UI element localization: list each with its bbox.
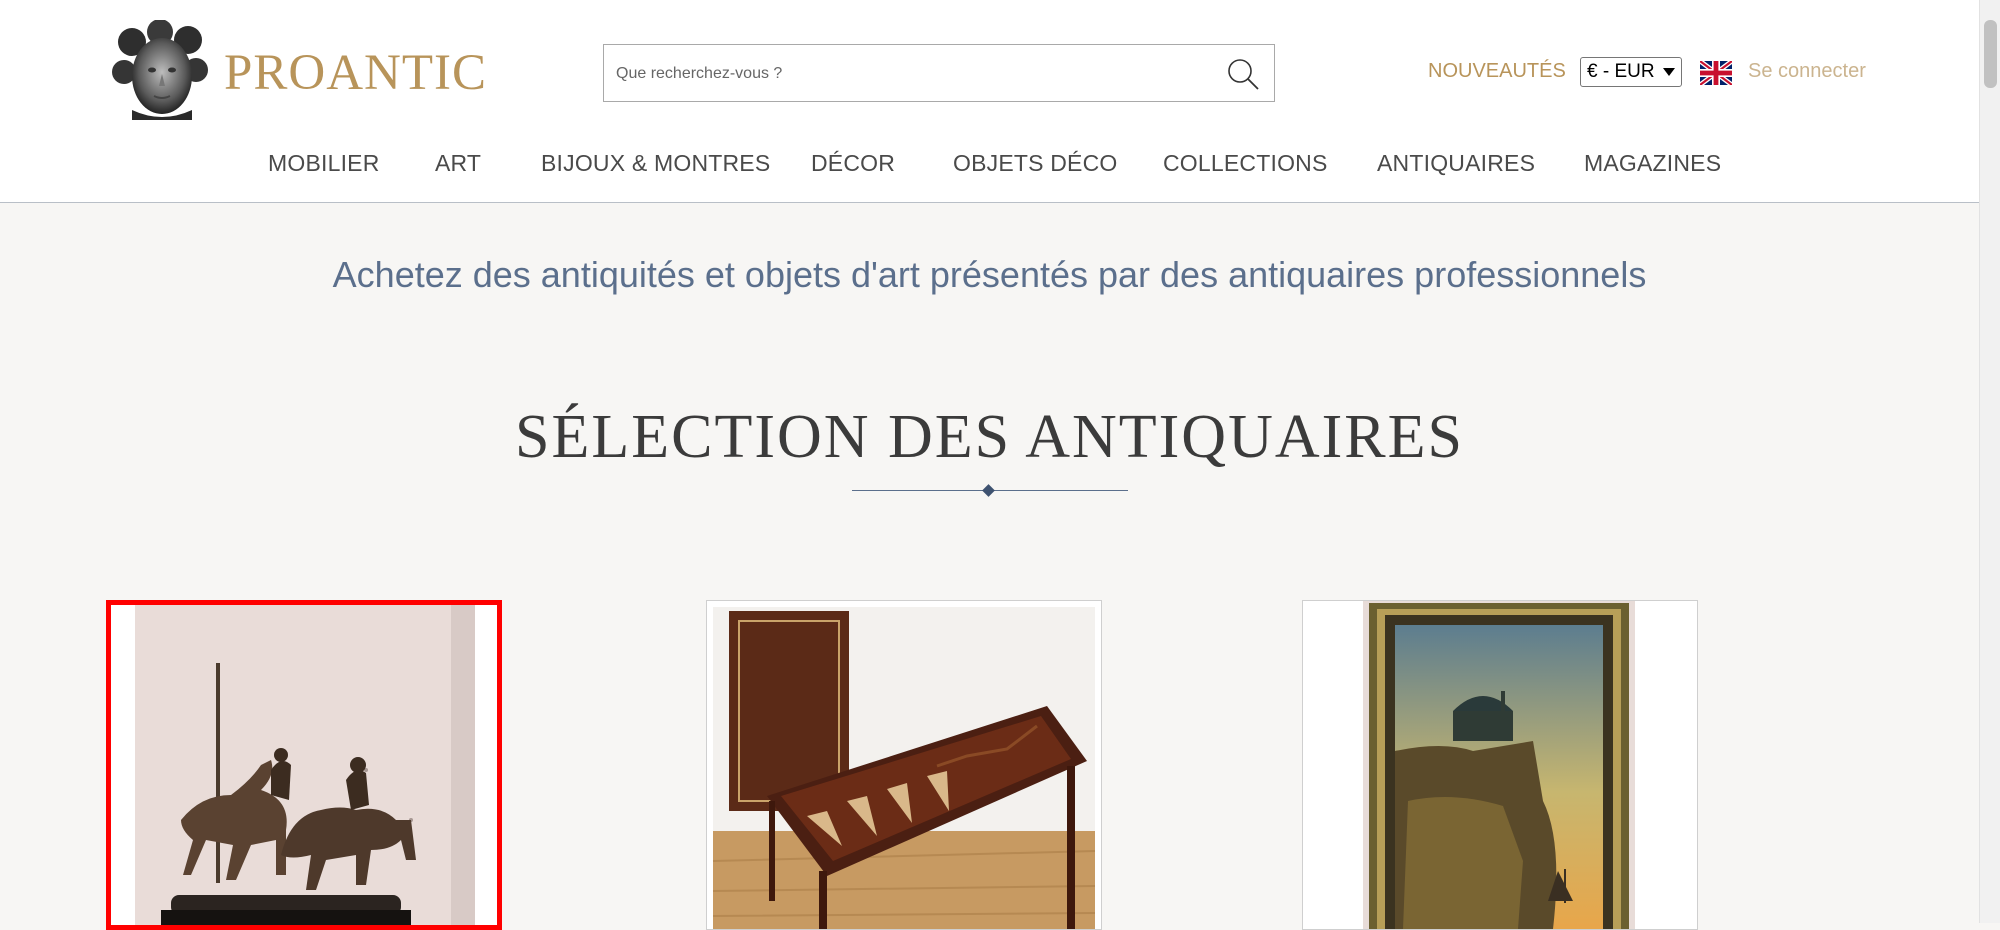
search-bar [603, 44, 1275, 102]
nav-item-magazines[interactable]: MAGAZINES [1584, 150, 1721, 177]
uk-flag-icon[interactable] [1700, 61, 1732, 85]
divider-diamond-icon [982, 484, 995, 497]
page-tagline: Achetez des antiquités et objets d'art p… [332, 254, 1647, 295]
nav-item-bijoux-montres[interactable]: BIJOUX & MONTRES [541, 150, 770, 177]
chevron-down-icon [1663, 68, 1675, 76]
nav-item-art[interactable]: ART [435, 150, 481, 177]
login-link[interactable]: Se connecter [1748, 60, 1866, 83]
new-arrivals-link[interactable]: NOUVEAUTÉS [1428, 60, 1566, 83]
nav-item-objets-deco[interactable]: OBJETS DÉCO [953, 150, 1118, 177]
framed-oriental-painting-image [1303, 601, 1697, 929]
scrollbar-thumb[interactable] [1984, 20, 1997, 88]
brand-logo-text[interactable]: PROANTIC [224, 44, 487, 102]
medusa-head-logo-icon[interactable] [112, 20, 208, 120]
product-card-bronze-sculpture[interactable] [106, 600, 502, 930]
backgammon-game-table-image [707, 601, 1101, 929]
nav-item-mobilier[interactable]: MOBILIER [268, 150, 380, 177]
bronze-horsemen-sculpture-image [111, 605, 497, 925]
nav-item-decor[interactable]: DÉCOR [811, 150, 895, 177]
search-icon[interactable] [1226, 57, 1260, 91]
currency-value: € - EUR [1587, 61, 1655, 82]
main-nav: MOBILIER ART BIJOUX & MONTRES DÉCOR OBJE… [0, 150, 1979, 180]
product-card-framed-painting[interactable] [1302, 600, 1698, 930]
search-input[interactable] [614, 55, 1198, 93]
section-title: SÉLECTION DES ANTIQUAIRES [515, 403, 1464, 471]
currency-select[interactable]: € - EUR [1580, 57, 1682, 87]
site-header: PROANTIC NOUVEAUTÉS € - EUR Se connecter… [0, 0, 1979, 203]
nav-item-collections[interactable]: COLLECTIONS [1163, 150, 1328, 177]
product-card-backgammon-table[interactable] [706, 600, 1102, 930]
nav-item-antiquaires[interactable]: ANTIQUAIRES [1377, 150, 1535, 177]
vertical-scrollbar[interactable] [1979, 0, 2000, 923]
